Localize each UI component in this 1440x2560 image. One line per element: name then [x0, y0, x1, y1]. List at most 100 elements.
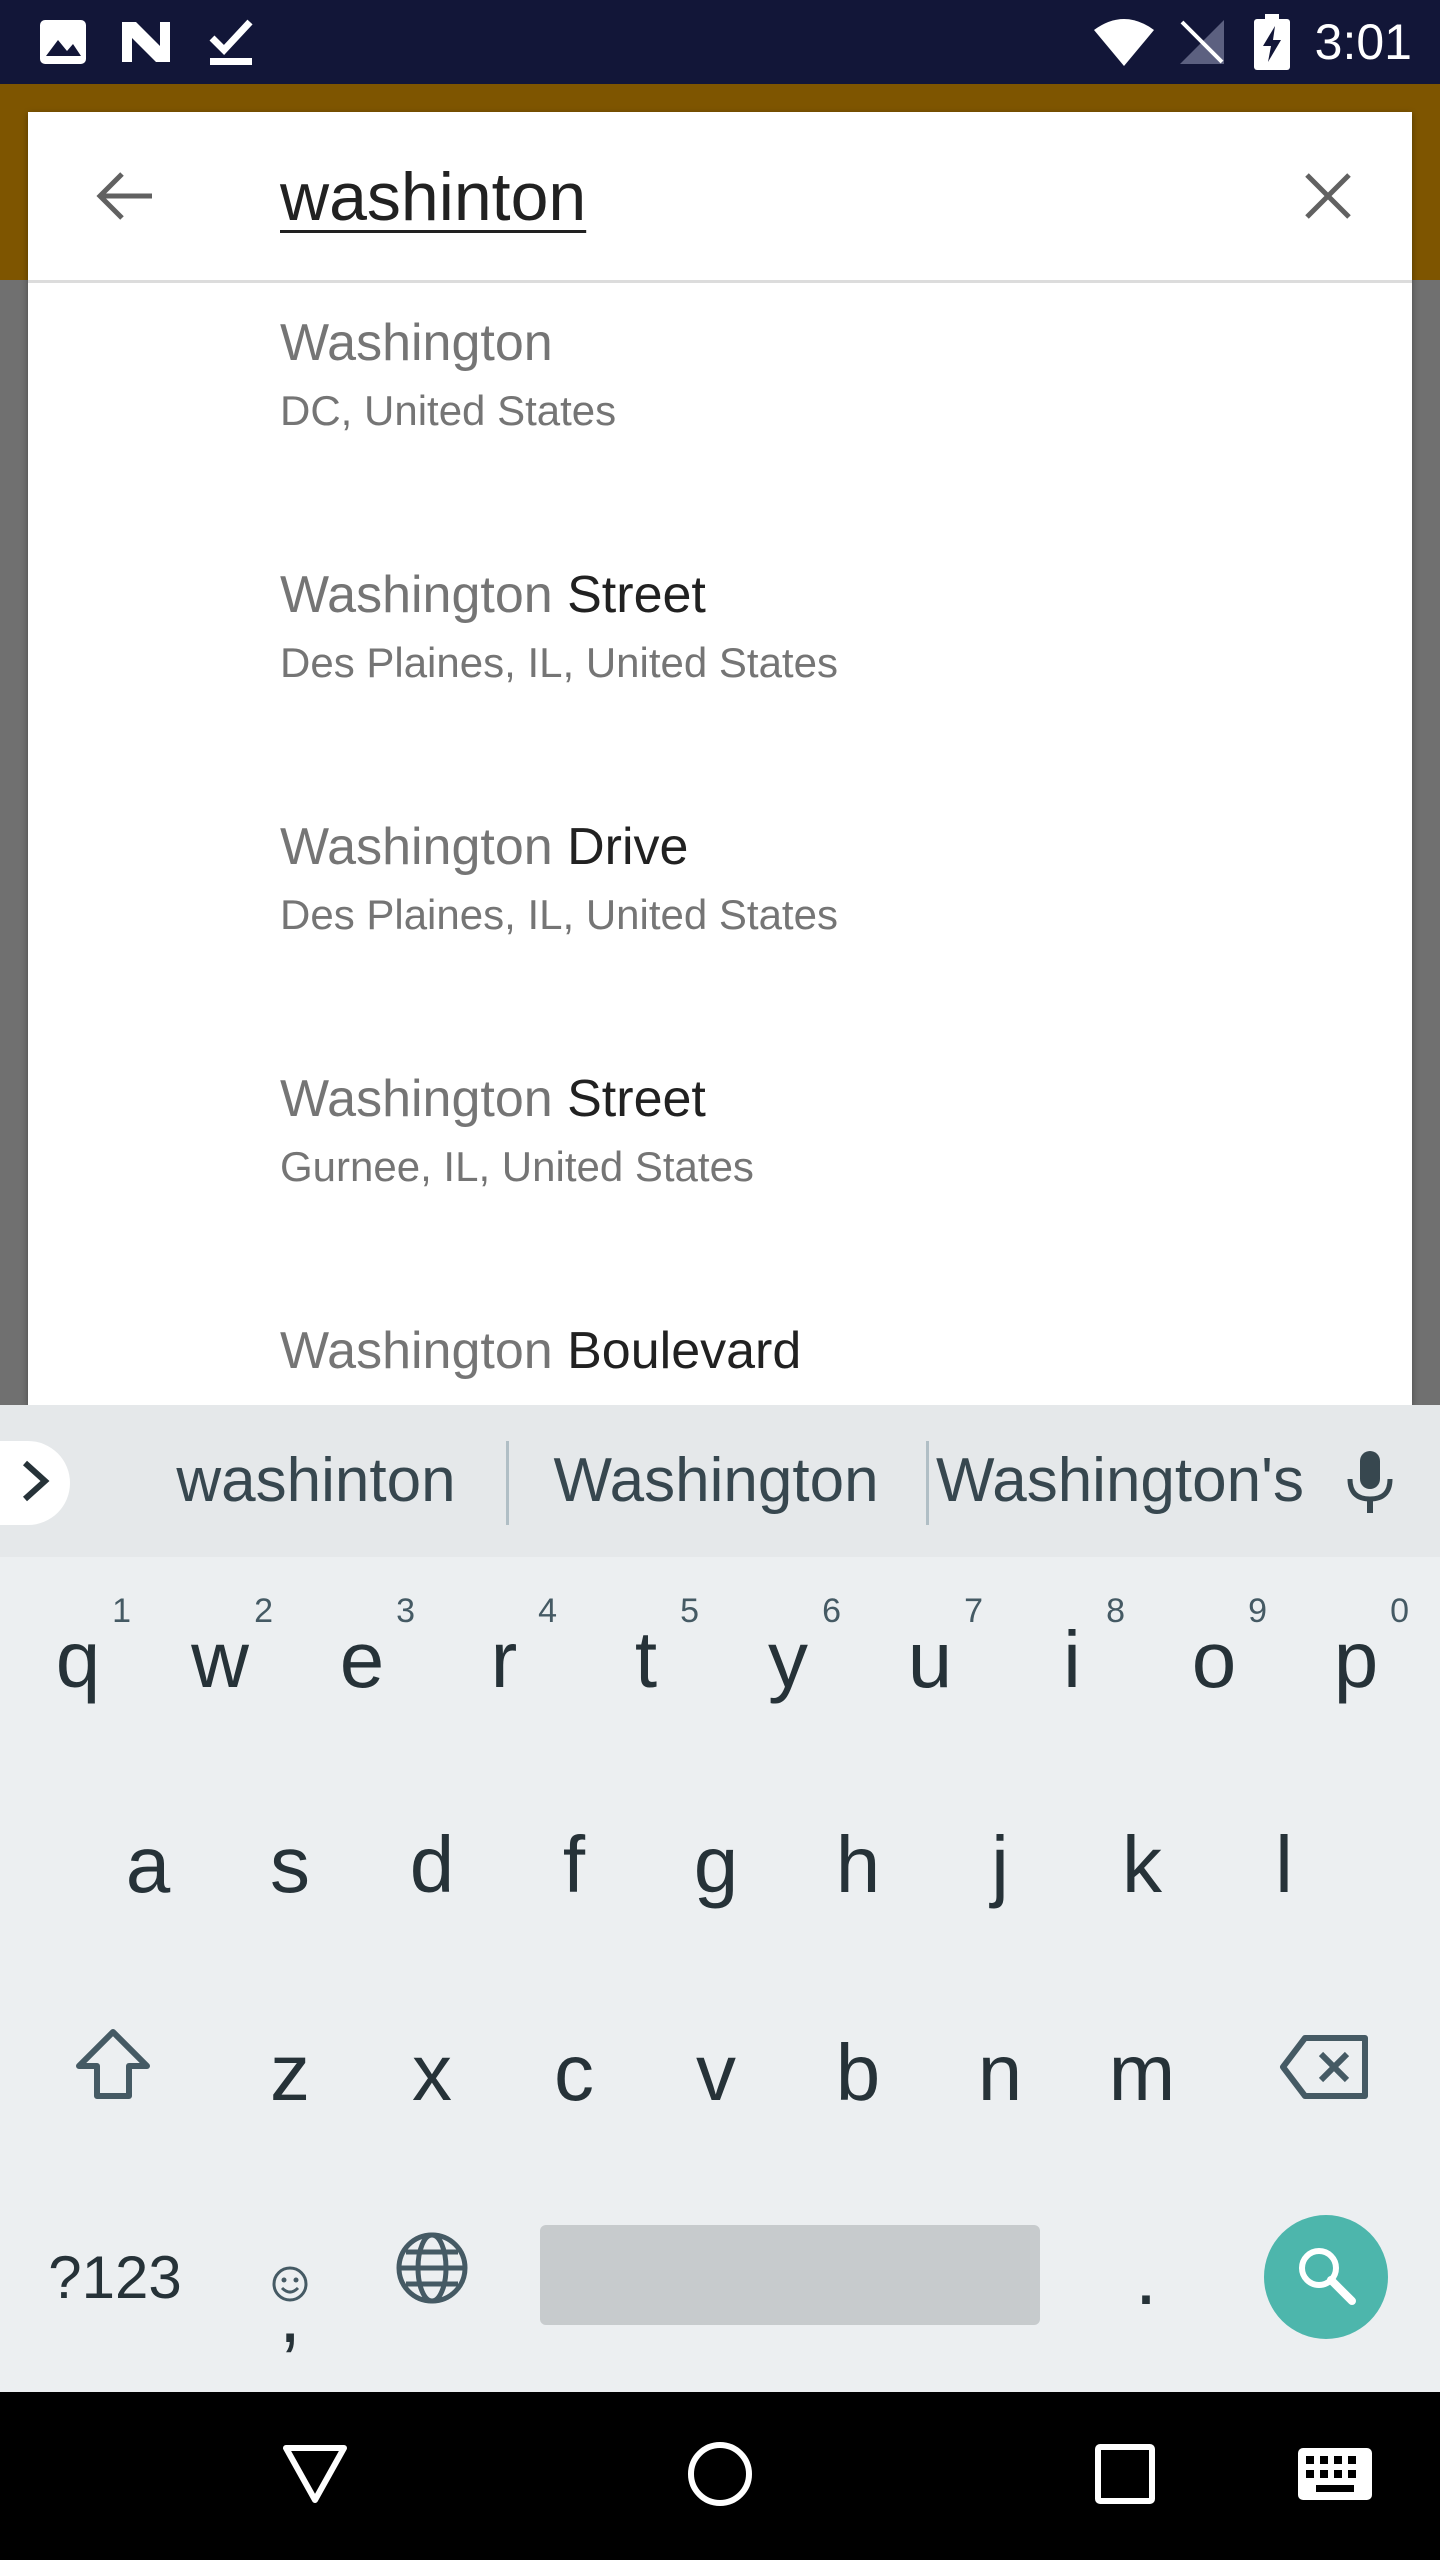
- key-g[interactable]: g: [645, 1775, 787, 1955]
- backspace-icon: [1279, 2027, 1371, 2119]
- key-hint: 8: [1106, 1592, 1125, 1630]
- key-v[interactable]: v: [645, 1983, 787, 2163]
- key-c[interactable]: c: [503, 1983, 645, 2163]
- suggestion-strip: washinton Washington Washington's: [0, 1405, 1440, 1557]
- key-hint: 4: [538, 1592, 557, 1630]
- shift-icon: [73, 2026, 153, 2121]
- result-subtitle: Des Plaines, IL, United States: [280, 639, 838, 686]
- circle-home-icon: [685, 2439, 755, 2514]
- comma-emoji-key[interactable]: ,: [219, 2187, 361, 2367]
- keyboard-switch-button[interactable]: [1265, 2392, 1405, 2560]
- result-title: Washington: [280, 311, 553, 375]
- wifi-icon: [1092, 14, 1156, 70]
- no-signal-icon: [1176, 14, 1228, 70]
- key-s[interactable]: s: [219, 1775, 361, 1955]
- language-key[interactable]: [361, 2187, 503, 2367]
- key-p[interactable]: p0: [1285, 1570, 1427, 1750]
- key-n[interactable]: n: [929, 1983, 1071, 2163]
- status-bar: 3:01: [0, 0, 1440, 84]
- result-title: Washington Street: [280, 1067, 706, 1131]
- search-icon: [1294, 2243, 1358, 2312]
- key-t[interactable]: t5: [575, 1570, 717, 1750]
- search-results-list: Washington DC, United States Washington …: [28, 283, 1412, 1405]
- comma-label: ,: [278, 2270, 302, 2359]
- key-label: e: [339, 1615, 385, 1704]
- square-recents-icon: [1093, 2442, 1157, 2511]
- result-subtitle: DC, United States: [280, 387, 617, 434]
- mic-button[interactable]: [1342, 1449, 1398, 1521]
- key-label: p: [1333, 1615, 1379, 1704]
- result-item[interactable]: Washington Street Gurnee, IL, United Sta…: [28, 1039, 1412, 1291]
- checkmark-download-icon: [206, 14, 256, 70]
- back-button[interactable]: [88, 162, 160, 234]
- n-logo-icon: [118, 14, 174, 70]
- suggestion-3[interactable]: Washington's: [936, 1405, 1304, 1557]
- key-label: o: [1191, 1615, 1237, 1704]
- key-f[interactable]: f: [503, 1775, 645, 1955]
- arrow-left-icon: [94, 170, 154, 227]
- key-label: i: [1063, 1615, 1081, 1704]
- result-title-rest: Drive: [552, 818, 689, 876]
- search-input[interactable]: washinton: [280, 152, 586, 242]
- key-z[interactable]: z: [219, 1983, 361, 2163]
- key-hint: 7: [964, 1592, 983, 1630]
- key-a[interactable]: a: [77, 1775, 219, 1955]
- key-h[interactable]: h: [787, 1775, 929, 1955]
- globe-icon: [394, 2230, 470, 2325]
- key-m[interactable]: m: [1071, 1983, 1213, 2163]
- result-item[interactable]: Washington Drive Des Plaines, IL, United…: [28, 787, 1412, 1039]
- key-d[interactable]: d: [361, 1775, 503, 1955]
- key-o[interactable]: o9: [1143, 1570, 1285, 1750]
- shift-key[interactable]: [42, 1983, 184, 2163]
- result-title-rest: Street: [552, 566, 706, 624]
- key-hint: 3: [396, 1592, 415, 1630]
- period-key[interactable]: .: [1076, 2187, 1216, 2367]
- result-title-rest: Boulevard: [552, 1322, 802, 1380]
- nav-home-button[interactable]: [650, 2392, 790, 2560]
- key-r[interactable]: r4: [433, 1570, 575, 1750]
- suggestion-2[interactable]: Washington: [520, 1405, 912, 1557]
- search-bar: washinton: [28, 112, 1412, 283]
- result-title: Washington Street: [280, 563, 706, 627]
- result-title: Washington Drive: [280, 815, 688, 879]
- result-item[interactable]: Washington DC, United States: [28, 283, 1412, 535]
- expand-toolbar-button[interactable]: [0, 1441, 70, 1525]
- key-label: y: [768, 1615, 808, 1704]
- key-i[interactable]: i8: [1001, 1570, 1143, 1750]
- key-hint: 6: [822, 1592, 841, 1630]
- battery-charging-icon: [1254, 14, 1290, 70]
- nav-recents-button[interactable]: [1055, 2392, 1195, 2560]
- clear-button[interactable]: [1292, 162, 1364, 234]
- result-title-rest: Street: [552, 1070, 706, 1128]
- key-label: w: [191, 1615, 249, 1704]
- symbols-key[interactable]: ?123: [25, 2187, 205, 2367]
- result-title-match: Washington: [280, 818, 553, 876]
- suggestion-divider: [926, 1441, 929, 1525]
- key-hint: 5: [680, 1592, 699, 1630]
- result-item[interactable]: Washington Boulevard: [28, 1291, 1412, 1405]
- key-e[interactable]: e3: [291, 1570, 433, 1750]
- backspace-key[interactable]: [1254, 1983, 1396, 2163]
- result-title-match: Washington: [280, 314, 553, 372]
- key-k[interactable]: k: [1071, 1775, 1213, 1955]
- suggestion-1[interactable]: washinton: [150, 1405, 482, 1557]
- key-hint: 0: [1390, 1592, 1409, 1630]
- nav-back-button[interactable]: [245, 2392, 385, 2560]
- key-b[interactable]: b: [787, 1983, 929, 2163]
- search-key[interactable]: [1264, 2215, 1388, 2339]
- key-hint: 9: [1248, 1592, 1267, 1630]
- result-title-match: Washington: [280, 1070, 553, 1128]
- key-q[interactable]: q1: [7, 1570, 149, 1750]
- key-x[interactable]: x: [361, 1983, 503, 2163]
- result-title-match: Washington: [280, 1322, 553, 1380]
- key-j[interactable]: j: [929, 1775, 1071, 1955]
- key-w[interactable]: w2: [149, 1570, 291, 1750]
- key-label: q: [55, 1615, 101, 1704]
- key-hint: 2: [254, 1592, 273, 1630]
- microphone-icon: [1344, 1449, 1396, 1522]
- key-l[interactable]: l: [1213, 1775, 1355, 1955]
- space-key[interactable]: [540, 2225, 1040, 2325]
- result-item[interactable]: Washington Street Des Plaines, IL, Unite…: [28, 535, 1412, 787]
- key-u[interactable]: u7: [859, 1570, 1001, 1750]
- key-y[interactable]: y6: [717, 1570, 859, 1750]
